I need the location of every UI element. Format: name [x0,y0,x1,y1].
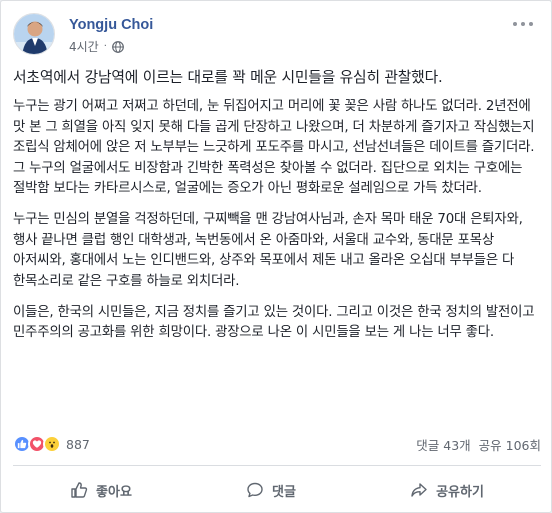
share-count[interactable]: 공유 106회 [479,435,541,454]
share-label: 공유하기 [436,484,484,500]
comment-icon [247,482,263,498]
share-icon [411,483,427,497]
more-icon[interactable] [513,17,533,31]
post-paragraph: 서초역에서 강남역에 이르는 대로를 꽉 메운 시민들을 유심히 관찰했다. [13,69,443,86]
post-card: Yongju Choi 4시간 · 서초역에서 강남역에 이르는 대로를 꽉 메… [0,0,552,513]
reactions-summary[interactable]: 887 [13,435,90,453]
post-paragraph: 누구는 광기 어쩌고 저쩌고 하던데, 눈 뒤집어지고 머리에 꽃 꽂은 사람 … [13,99,535,196]
author-name[interactable]: Yongju Choi [69,17,153,33]
avatar[interactable] [13,13,55,55]
divider [13,465,541,466]
post-actions: 좋아요 댓글 공유하기 [13,473,541,507]
meta-separator: · [103,41,107,52]
post-body: 서초역에서 강남역에 이르는 대로를 꽉 메운 시민들을 유심히 관찰했다. 누… [13,67,541,354]
comment-button[interactable]: 댓글 [226,475,316,506]
globe-icon[interactable] [112,40,124,53]
like-label: 좋아요 [96,484,132,500]
comment-label: 댓글 [272,484,296,500]
engagement-counts: 댓글 43개 공유 106회 [416,435,541,454]
post-header: Yongju Choi 4시간 · [13,11,533,59]
reaction-count: 887 [66,436,90,452]
post-paragraph: 이들은, 한국의 시민들은, 지금 정치를 즐기고 있는 것이다. 그리고 이것… [13,304,535,341]
post-stats: 887 댓글 43개 공유 106회 [13,433,541,455]
wow-reaction-icon [43,435,61,453]
comment-count[interactable]: 댓글 43개 [416,435,470,454]
post-time[interactable]: 4시간 [69,38,99,55]
post-meta: 4시간 · [69,38,124,55]
share-button[interactable]: 공유하기 [390,475,504,506]
thumbs-up-icon [71,482,88,498]
post-paragraph: 누구는 민심의 분열을 걱정하던데, 구찌빽을 맨 강남여사님과, 손자 목마 … [13,212,523,289]
like-button[interactable]: 좋아요 [50,475,152,506]
